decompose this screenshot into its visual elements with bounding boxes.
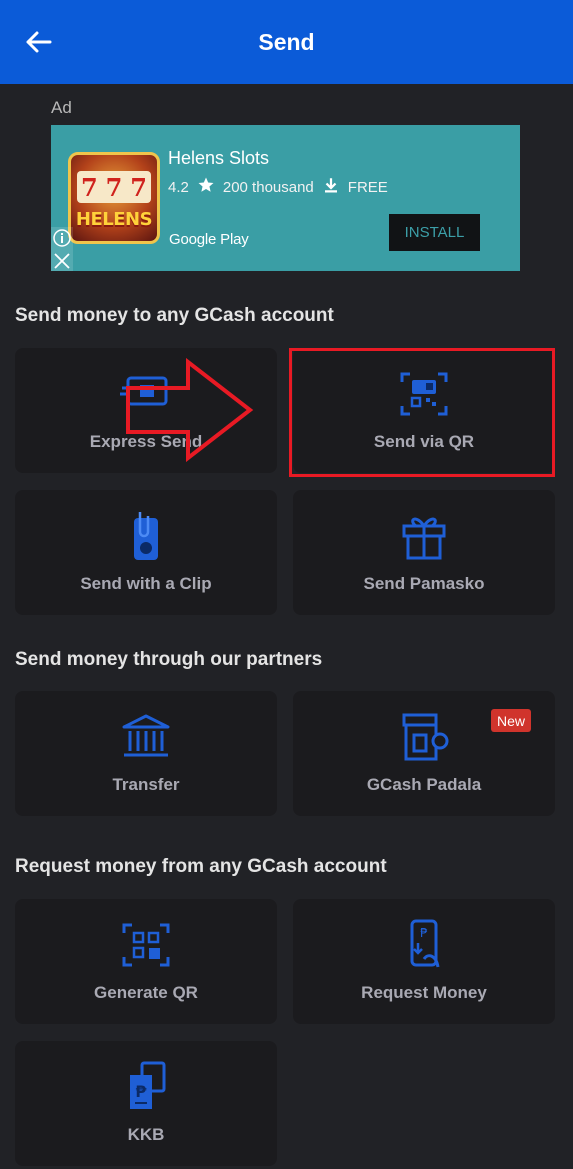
seven-3: 7 xyxy=(130,172,147,202)
ad-rating: 4.2 xyxy=(168,178,189,196)
gift-icon xyxy=(398,510,450,562)
svg-text:₱: ₱ xyxy=(420,926,428,940)
request-money-icon: ₱ xyxy=(398,919,450,971)
download-icon xyxy=(322,176,340,198)
send-pamasko-label: Send Pamasko xyxy=(363,574,485,593)
ad-choices-icon[interactable] xyxy=(51,227,73,271)
icon-brand-text: HELENS xyxy=(75,209,153,230)
svg-text:₱: ₱ xyxy=(135,1082,147,1101)
section-title-request: Request money from any GCash account xyxy=(15,856,387,877)
gcash-padala-label: GCash Padala xyxy=(366,775,482,794)
star-icon xyxy=(197,176,215,198)
send-with-clip-label: Send with a Clip xyxy=(80,574,212,593)
ad-banner[interactable]: 7 7 7 HELENS Helens Slots 4.2 200 thousa… xyxy=(51,125,520,271)
section-title-send: Send money to any GCash account xyxy=(15,305,334,326)
page-title: Send xyxy=(258,28,315,55)
generate-qr-tile[interactable]: Generate QR xyxy=(15,899,277,1024)
send-pamasko-tile[interactable]: Send Pamasko xyxy=(293,490,555,615)
seven-2: 7 xyxy=(105,172,123,202)
kkb-tile[interactable]: ₱ KKB xyxy=(15,1041,277,1166)
storefront-icon xyxy=(398,711,450,763)
transfer-label: Transfer xyxy=(112,775,180,794)
ad-label: Ad xyxy=(51,98,72,117)
transfer-tile[interactable]: Transfer xyxy=(15,691,277,816)
new-badge: New xyxy=(491,709,531,732)
highlight-box xyxy=(289,348,555,477)
seven-1: 7 xyxy=(80,172,98,202)
back-arrow-icon[interactable] xyxy=(22,26,54,58)
ad-app-name[interactable]: Helens Slots xyxy=(168,148,269,169)
bank-icon xyxy=(120,711,172,763)
receipt-icon: ₱ xyxy=(120,1061,172,1113)
clip-phone-icon xyxy=(120,510,172,562)
generate-qr-icon xyxy=(120,919,172,971)
ad-meta: 4.2 200 thousand FREE xyxy=(168,176,388,198)
section-title-partners: Send money through our partners xyxy=(15,649,323,670)
send-with-clip-tile[interactable]: Send with a Clip xyxy=(15,490,277,615)
app-icon[interactable]: 7 7 7 HELENS xyxy=(68,152,160,244)
icon-sevens: 7 7 7 xyxy=(77,171,151,203)
app-header: Send xyxy=(0,0,573,84)
request-money-label: Request Money xyxy=(361,983,487,1002)
ad-downloads: 200 thousand xyxy=(222,178,314,196)
install-button[interactable]: INSTALL xyxy=(389,214,480,251)
kkb-label: KKB xyxy=(127,1125,165,1144)
request-money-tile[interactable]: ₱ Request Money xyxy=(293,899,555,1024)
ad-price: FREE xyxy=(347,178,388,196)
google-play-label: Google Play xyxy=(169,231,249,248)
pointer-arrow-icon xyxy=(126,358,254,462)
generate-qr-label: Generate QR xyxy=(94,983,198,1002)
